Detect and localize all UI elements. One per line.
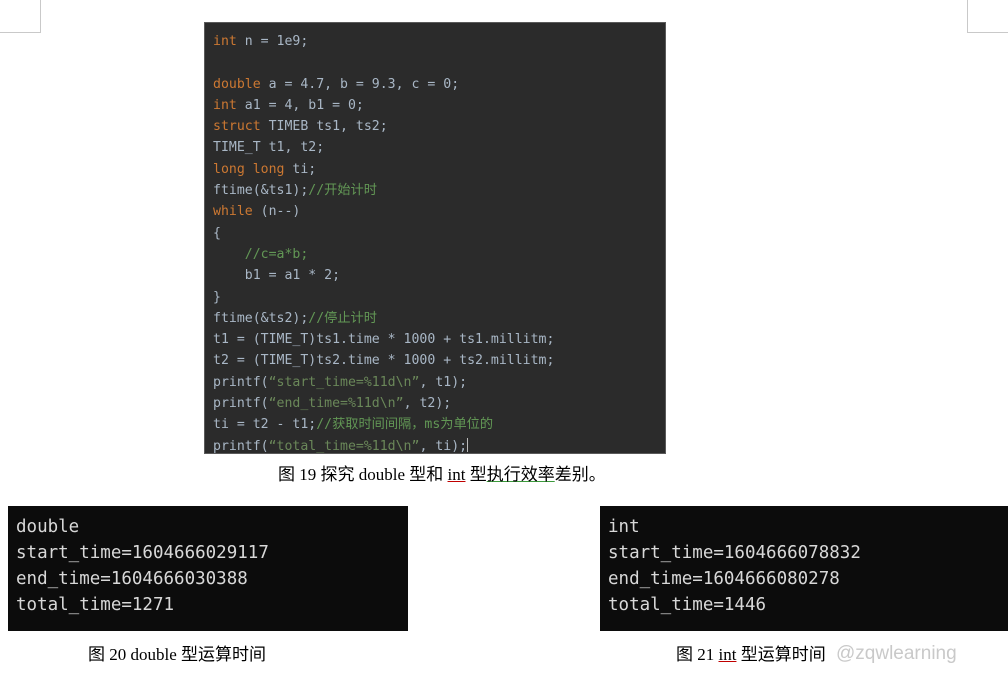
watermark: @zqwlearning	[836, 643, 957, 664]
code-token: TIME_T t1, t2;	[213, 140, 325, 156]
console-line: start_time=1604666029117	[16, 543, 269, 563]
code-token: printf(	[213, 374, 269, 390]
console-line: end_time=1604666080278	[608, 569, 840, 589]
code-token: struct	[213, 119, 261, 135]
text-caret	[467, 437, 469, 452]
code-token: n = 1e9;	[236, 34, 309, 49]
code-token: t2 = (TIME_T)ts2.time * 1000 + ts2.milli…	[213, 353, 555, 369]
code-token: printf(	[213, 396, 269, 412]
console-line: start_time=1604666078832	[608, 543, 861, 563]
code-token: (n--)	[252, 204, 301, 220]
code-line: int a1 = 4, b1 = 0;	[213, 95, 665, 116]
code-line: ftime(&ts1);//开始计时	[213, 180, 665, 201]
code-line: double a = 4.7, b = 9.3, c = 0;	[213, 74, 665, 95]
fig19-caption-post: 差别。	[554, 465, 606, 484]
code-line: ftime(&ts2);//停止计时	[213, 308, 665, 329]
code-token: int	[213, 97, 237, 113]
console-line: end_time=1604666030388	[16, 569, 248, 589]
code-token: ti;	[284, 161, 317, 177]
code-line: TIME_T t1, t2;	[213, 137, 665, 158]
code-line: b1 = a1 * 2;	[213, 265, 665, 286]
code-line: printf(“end_time=%11d\n”, t2);	[213, 393, 665, 414]
code-line: struct TIMEB ts1, ts2;	[213, 116, 665, 137]
code-line: {	[213, 223, 665, 244]
fig19-caption-pre: 图 19 探究 double 型和	[278, 465, 448, 484]
code-token: while	[213, 204, 253, 220]
code-line: //c=a*b;	[213, 244, 665, 265]
code-token: long long	[213, 161, 285, 177]
code-token: ftime(&ts1);	[213, 183, 309, 199]
code-line: }	[213, 287, 665, 308]
fig19-caption-mid: 型	[465, 465, 487, 484]
code-token: t1 = (TIME_T)ts1.time * 1000 + ts1.milli…	[213, 332, 555, 348]
code-token: “total_time=%11d\n”	[268, 438, 420, 454]
code-line: int n = 1e9;	[213, 31, 665, 52]
console-output-int: int start_time=1604666078832 end_time=1604…	[600, 506, 1008, 631]
console-line: total_time=1446	[608, 595, 767, 615]
code-token: TIMEB ts1, ts2;	[260, 119, 388, 135]
console-line: total_time=1271	[16, 595, 175, 615]
code-token: , t2);	[403, 396, 452, 412]
code-token: {	[213, 225, 221, 241]
code-line: t2 = (TIME_T)ts2.time * 1000 + ts2.milli…	[213, 350, 665, 371]
code-token: }	[213, 289, 221, 305]
code-line: printf(“start_time=%11d\n”, t1);	[213, 372, 665, 393]
code-token: a1 = 4, b1 = 0;	[236, 97, 364, 113]
code-token: “end_time=%11d\n”	[268, 396, 404, 412]
fig19-caption-int: int	[447, 465, 466, 484]
code-token: //c=a*b;	[213, 246, 309, 262]
code-token: printf(	[213, 438, 269, 454]
figure-19-caption: 图 19 探究 double 型和 int 型执行效率差别。	[278, 460, 606, 485]
fig21-caption-pre: 图 21	[676, 645, 719, 664]
fig21-caption-post: 型运算时间	[736, 645, 826, 664]
code-token: , t1);	[419, 374, 468, 390]
fig19-caption-efficiency: 执行效率	[486, 465, 555, 484]
code-line: printf(“total_time=%11d\n”, ti);	[213, 436, 665, 454]
code-token: a = 4.7, b = 9.3, c = 0;	[260, 76, 460, 92]
code-token: //停止计时	[308, 310, 377, 326]
code-line: ti = t2 - t1;//获取时间间隔，ms为单位的	[213, 414, 665, 435]
figure-21-caption: 图 21 int 型运算时间	[676, 640, 826, 665]
code-line: long long ti;	[213, 159, 665, 180]
figure-20-caption: 图 20 double 型运算时间	[88, 645, 267, 664]
page-corner-mark-left	[0, 0, 41, 33]
code-token: double	[213, 76, 261, 92]
code-token: ti = t2 - t1;	[213, 417, 317, 433]
console-output-double: double start_time=1604666029117 end_time=1…	[8, 506, 408, 631]
code-token: ftime(&ts2);	[213, 310, 309, 326]
fig21-caption-int: int	[718, 645, 737, 664]
code-token: , ti);	[419, 438, 468, 454]
code-token: b1 = a1 * 2;	[213, 268, 341, 284]
code-token: “start_time=%11d\n”	[268, 374, 420, 390]
code-token: //开始计时	[308, 183, 377, 199]
code-line: t1 = (TIME_T)ts1.time * 1000 + ts1.milli…	[213, 329, 665, 350]
code-token: //获取时间间隔，ms为单位的	[316, 417, 494, 433]
page-corner-mark-right	[967, 0, 1008, 33]
code-screenshot: int n = 1e9; double a = 4.7, b = 9.3, c =…	[204, 22, 666, 454]
console-line: double	[16, 517, 80, 537]
console-line: int	[608, 517, 640, 537]
code-token: int	[213, 34, 237, 49]
code-line: while (n--)	[213, 201, 665, 222]
